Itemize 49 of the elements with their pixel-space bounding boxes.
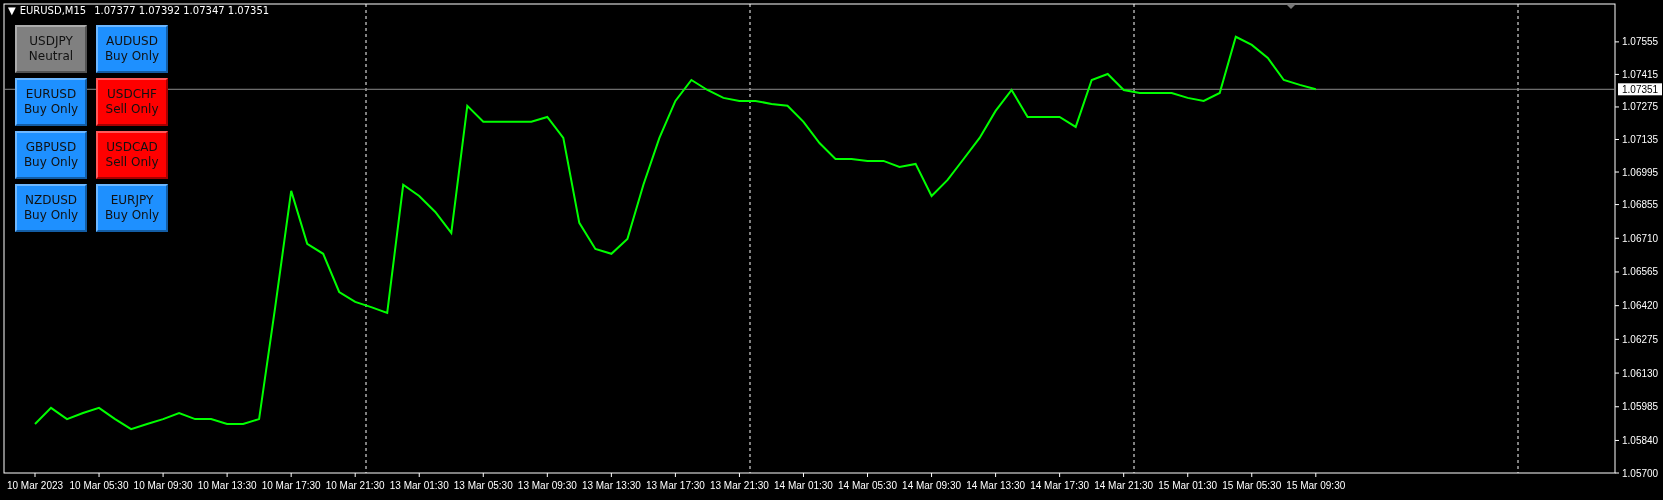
trade-mode-button[interactable]: AUDUSD Buy Only — [96, 25, 168, 73]
price-label: 1.07275 — [1622, 101, 1659, 113]
price-label: 1.05840 — [1622, 434, 1659, 446]
time-label: 14 Mar 05:30 — [838, 480, 897, 491]
time-label: 14 Mar 09:30 — [902, 480, 962, 491]
time-label: 13 Mar 17:30 — [645, 480, 705, 491]
time-label: 10 Mar 13:30 — [197, 480, 257, 491]
time-label: 10 Mar 09:30 — [133, 480, 193, 491]
price-label: 1.06420 — [1622, 300, 1659, 312]
shift-marker-icon[interactable] — [1286, 4, 1296, 9]
time-label: 13 Mar 05:30 — [453, 480, 513, 491]
time-label: 13 Mar 01:30 — [389, 480, 449, 491]
price-label: 1.05985 — [1622, 401, 1659, 413]
price-label: 1.07555 — [1622, 36, 1659, 48]
time-label: 15 Mar 01:30 — [1158, 480, 1218, 491]
trade-mode-button[interactable]: USDCHF Sell Only — [96, 78, 168, 126]
time-label: 15 Mar 05:30 — [1222, 480, 1282, 491]
chart-symbol: EURUSD,M15 — [19, 4, 87, 18]
trade-mode-button[interactable]: USDJPY Neutral — [15, 25, 87, 73]
price-label: 1.06710 — [1622, 232, 1659, 244]
time-label: 13 Mar 21:30 — [709, 480, 769, 491]
price-label: 1.06130 — [1622, 367, 1659, 379]
quote-values: 1.07377 1.07392 1.07347 1.07351 — [94, 4, 270, 18]
trade-mode-button[interactable]: EURUSD Buy Only — [15, 78, 87, 126]
trade-mode-button[interactable]: EURJPY Buy Only — [96, 184, 168, 232]
trade-mode-button[interactable]: GBPUSD Buy Only — [15, 131, 87, 179]
ref-line-label: 1.07351 — [1622, 83, 1659, 95]
time-label: 13 Mar 13:30 — [581, 480, 641, 491]
price-label: 1.05700 — [1622, 467, 1659, 479]
current-price-label: 1.07351 — [1618, 83, 1662, 96]
price-label: 1.06275 — [1622, 333, 1659, 345]
trade-mode-button[interactable]: NZDUSD Buy Only — [15, 184, 87, 232]
price-label: 1.06855 — [1622, 199, 1659, 211]
time-label: 15 Mar 09:30 — [1286, 480, 1346, 491]
time-label: 10 Mar 17:30 — [261, 480, 321, 491]
price-label: 1.06565 — [1622, 266, 1659, 278]
time-label: 13 Mar 09:30 — [517, 480, 577, 491]
time-label: 10 Mar 2023 — [6, 480, 64, 491]
time-label: 14 Mar 21:30 — [1094, 480, 1154, 491]
menu-caret-icon[interactable]: ▼ — [8, 4, 16, 18]
trade-mode-button[interactable]: USDCAD Sell Only — [96, 131, 168, 179]
time-label: 14 Mar 17:30 — [1030, 480, 1090, 491]
time-label: 14 Mar 01:30 — [774, 480, 833, 491]
price-label: 1.07135 — [1622, 134, 1659, 145]
time-label: 10 Mar 21:30 — [325, 480, 385, 491]
time-label: 10 Mar 05:30 — [69, 480, 129, 491]
price-label: 1.06995 — [1622, 166, 1659, 178]
time-label: 14 Mar 13:30 — [966, 480, 1026, 491]
price-label: 1.07415 — [1622, 68, 1659, 80]
